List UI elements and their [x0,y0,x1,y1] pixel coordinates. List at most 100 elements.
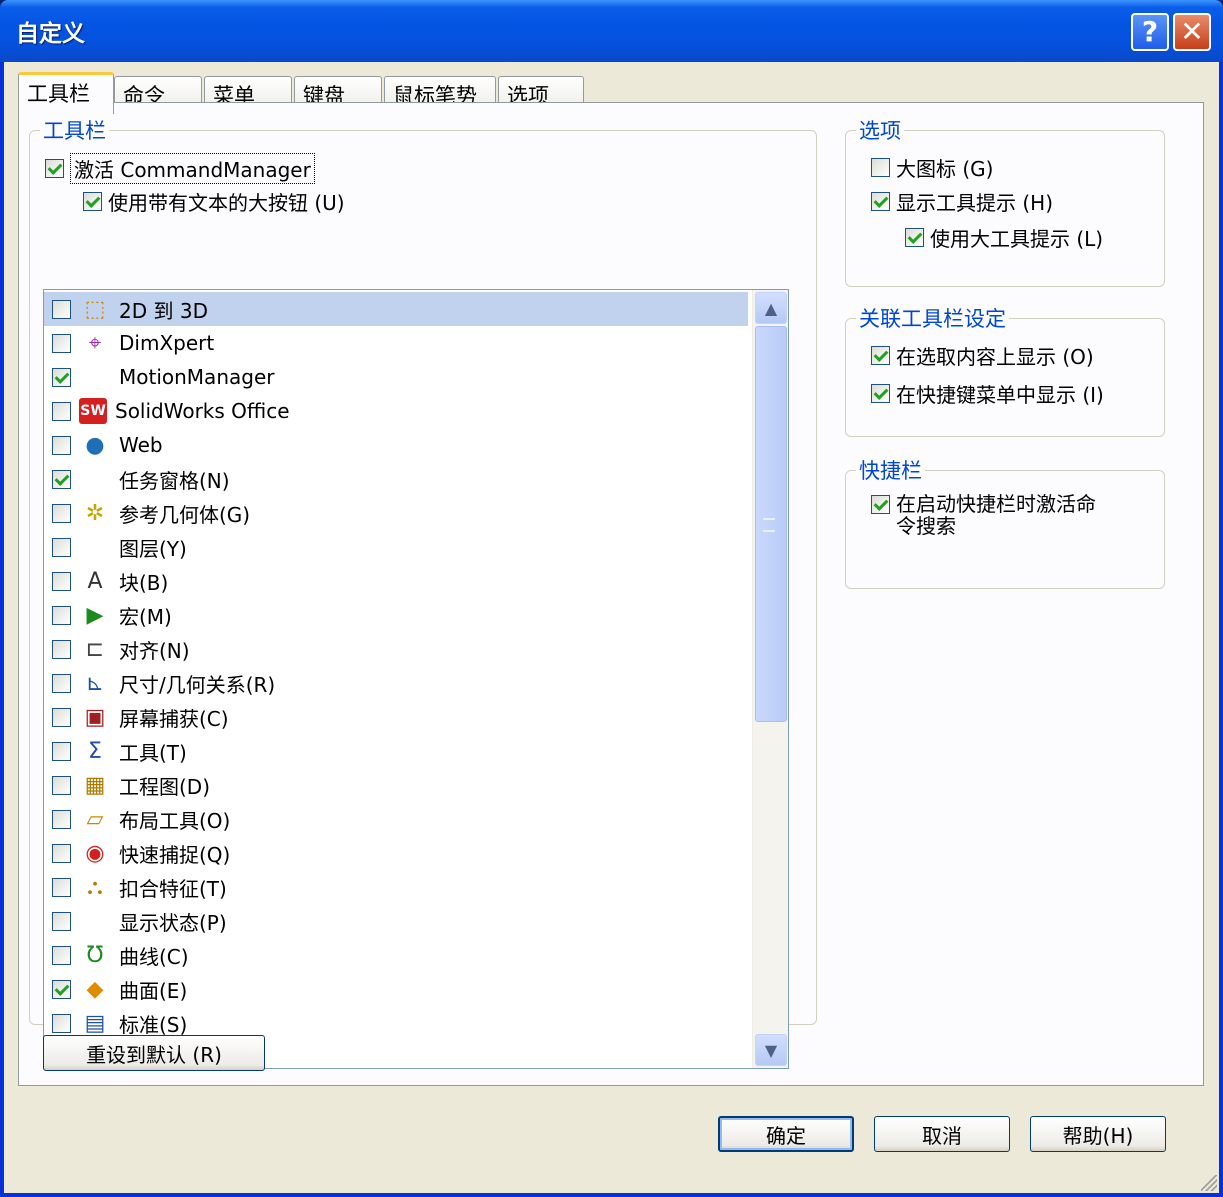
list-item-label: 2D 到 3D [119,298,208,323]
list-item-checkbox[interactable] [52,333,71,353]
list-item[interactable]: ✲ 参考几何体(G) [44,496,748,530]
list-item-label: SolidWorks Office [115,399,290,423]
list-item-label: Web [119,433,163,457]
list-item-label: 对齐(N) [119,638,190,663]
toolbar-list[interactable]: ▲ ▼ ⬚ 2D 到 3D ⌖ DimXpert MotionManager SW Soli… [43,289,789,1069]
list-item[interactable]: ● Web [44,428,748,462]
context-toolbar-group-legend: 关联工具栏设定 [859,307,1006,331]
window-title: 自定义 [16,21,85,47]
list-item-label: 显示状态(P) [119,910,227,935]
reset-defaults-button[interactable]: 重设到默认 (R) [43,1035,265,1071]
show-in-shortcut-menu-checkbox[interactable] [871,384,890,403]
activate-search-row[interactable]: 在启动快捷栏时激活命 令搜索 [871,493,1096,537]
list-item[interactable]: ⊾ 尺寸/几何关系(R) [44,666,748,700]
list-item[interactable]: 任务窗格(N) [44,462,748,496]
list-item[interactable]: 图层(Y) [44,530,748,564]
list-item-label: 图层(Y) [119,536,187,561]
list-item-label: 屏幕捕获(C) [119,706,229,731]
list-item-checkbox[interactable] [52,979,71,999]
activate-search-checkbox[interactable] [871,495,890,514]
scroll-up-icon[interactable]: ▲ [755,292,787,324]
show-in-shortcut-menu-row[interactable]: 在快捷键菜单中显示 (I) [871,379,1104,408]
list-item-label: DimXpert [119,331,215,355]
list-item[interactable]: ▣ 屏幕捕获(C) [44,700,748,734]
macro-icon: ▶ [86,602,104,628]
shortcut-bar-group-legend: 快捷栏 [859,459,922,483]
activate-commandmanager-label: 激活 CommandManager [70,153,315,184]
list-item-checkbox[interactable] [52,299,71,319]
list-item[interactable]: ◉ 快速捕捉(Q) [44,836,748,870]
list-item[interactable]: Ʊ 曲线(C) [44,938,748,972]
no-icon-placeholder [79,362,111,392]
list-item-checkbox[interactable] [52,605,71,625]
activate-commandmanager-checkbox[interactable] [45,159,64,178]
list-item[interactable]: ⊏ 对齐(N) [44,632,748,666]
large-icons-row[interactable]: 大图标 (G) [871,153,993,182]
context-toolbar-group: 关联工具栏设定 [845,303,1165,437]
list-item[interactable]: SW SolidWorks Office [44,394,748,428]
help-button[interactable]: 帮助(H) [1030,1116,1166,1152]
list-item-checkbox[interactable] [52,673,71,693]
scroll-down-icon[interactable]: ▼ [755,1034,787,1066]
activate-commandmanager-row[interactable]: 激活 CommandManager [45,153,315,184]
list-item[interactable]: ⌖ DimXpert [44,326,748,360]
list-item[interactable]: ▶ 宏(M) [44,598,748,632]
show-tooltips-checkbox[interactable] [871,192,890,211]
list-item-checkbox[interactable] [52,707,71,727]
large-text-buttons-checkbox[interactable] [83,192,102,211]
list-item-checkbox[interactable] [52,435,71,455]
dimension-relation-icon: ⊾ [85,670,105,696]
list-item-checkbox[interactable] [52,571,71,591]
list-item-checkbox[interactable] [52,809,71,829]
no-icon-placeholder [79,906,111,936]
list-item[interactable]: Σ 工具(T) [44,734,748,768]
list-item-checkbox[interactable] [52,741,71,761]
list-item[interactable]: MotionManager [44,360,748,394]
close-icon[interactable]: ✕ [1173,13,1211,51]
large-text-buttons-row[interactable]: 使用带有文本的大按钮 (U) [83,187,345,216]
list-item-checkbox[interactable] [52,775,71,795]
list-item-label: 块(B) [119,570,169,595]
toolbar-group-legend: 工具栏 [43,119,106,143]
list-item-checkbox[interactable] [52,469,71,489]
show-on-selection-checkbox[interactable] [871,346,890,365]
resize-grip-icon[interactable] [1201,1175,1217,1191]
list-item-checkbox[interactable] [52,877,71,897]
list-item-checkbox[interactable] [52,503,71,523]
cancel-button[interactable]: 取消 [874,1116,1010,1152]
list-item-label: 曲面(E) [119,978,188,1003]
list-item-checkbox[interactable] [52,911,71,931]
list-item[interactable]: ▦ 工程图(D) [44,768,748,802]
large-tooltips-checkbox[interactable] [905,228,924,247]
web-globe-icon: ● [85,432,105,458]
list-item-checkbox[interactable] [52,401,71,421]
list-item[interactable]: ⬚ 2D 到 3D [44,292,748,326]
title-bar[interactable]: 自定义 ? ✕ [0,0,1223,62]
ok-button[interactable]: 确定 [718,1116,854,1152]
no-icon-placeholder [79,464,111,494]
list-item[interactable]: 显示状态(P) [44,904,748,938]
show-on-selection-label: 在选取内容上显示 (O) [896,345,1094,369]
show-tooltips-label: 显示工具提示 (H) [896,191,1054,215]
list-item-checkbox[interactable] [52,367,71,387]
list-item-checkbox[interactable] [52,1013,71,1033]
tab-toolbars[interactable]: 工具栏 [18,72,114,114]
list-item-checkbox[interactable] [52,639,71,659]
toolbar-list-scrollbar[interactable]: ▲ ▼ [752,290,788,1068]
list-item-checkbox[interactable] [52,843,71,863]
list-item-label: 尺寸/几何关系(R) [119,672,276,697]
toolbars-tab-panel: 工具栏 激活 CommandManager 使用带有文本的大按钮 (U) ▲ ▼… [18,102,1204,1086]
large-icons-checkbox[interactable] [871,158,890,177]
list-item-checkbox[interactable] [52,537,71,557]
show-tooltips-row[interactable]: 显示工具提示 (H) [871,187,1053,216]
activate-search-label-line2: 令搜索 [896,514,956,538]
large-tooltips-row[interactable]: 使用大工具提示 (L) [905,223,1103,252]
list-item[interactable]: ◆ 曲面(E) [44,972,748,1006]
list-item-checkbox[interactable] [52,945,71,965]
help-icon[interactable]: ? [1131,13,1169,51]
list-item-label: 布局工具(O) [119,808,231,833]
list-item[interactable]: ▱ 布局工具(O) [44,802,748,836]
list-item[interactable]: ⛬ 扣合特征(T) [44,870,748,904]
show-on-selection-row[interactable]: 在选取内容上显示 (O) [871,341,1094,370]
list-item[interactable]: A 块(B) [44,564,748,598]
